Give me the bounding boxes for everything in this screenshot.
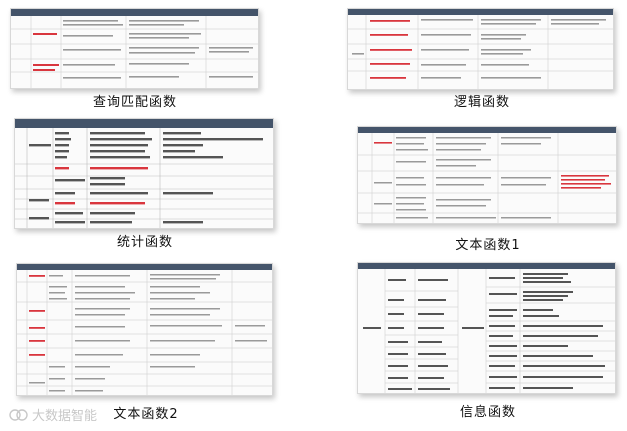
- watermark-logo-icon: [9, 408, 28, 421]
- tile-logical-functions: 逻辑函数: [347, 8, 617, 110]
- tile-info-functions: 信息函数: [357, 262, 619, 422]
- thumbnail-text-table-2[interactable]: [16, 263, 273, 396]
- thumbnail-logical-table[interactable]: [347, 8, 614, 90]
- thumbnail-info-table[interactable]: [357, 262, 616, 394]
- caption-logical-functions: 逻辑函数: [453, 95, 510, 110]
- watermark: 大数据智能: [9, 405, 97, 424]
- thumbnail-statistical-table[interactable]: [14, 118, 274, 229]
- thumbnail-text-table-1[interactable]: [357, 126, 617, 224]
- caption-info-functions: 信息函数: [459, 405, 516, 420]
- caption-lookup-functions: 查询匹配函数: [92, 95, 177, 110]
- caption-text-functions-1: 文本函数1: [455, 238, 521, 253]
- thumbnail-lookup-table[interactable]: [10, 8, 259, 89]
- tile-statistical-functions: 统计函数: [14, 118, 276, 250]
- caption-statistical-functions: 统计函数: [116, 235, 173, 250]
- tile-text-functions-2: 文本函数2: [16, 263, 276, 423]
- tile-text-functions-1: 文本函数1: [357, 126, 619, 253]
- tile-lookup-functions: 查询匹配函数: [10, 8, 260, 110]
- watermark-text: 大数据智能: [32, 409, 98, 424]
